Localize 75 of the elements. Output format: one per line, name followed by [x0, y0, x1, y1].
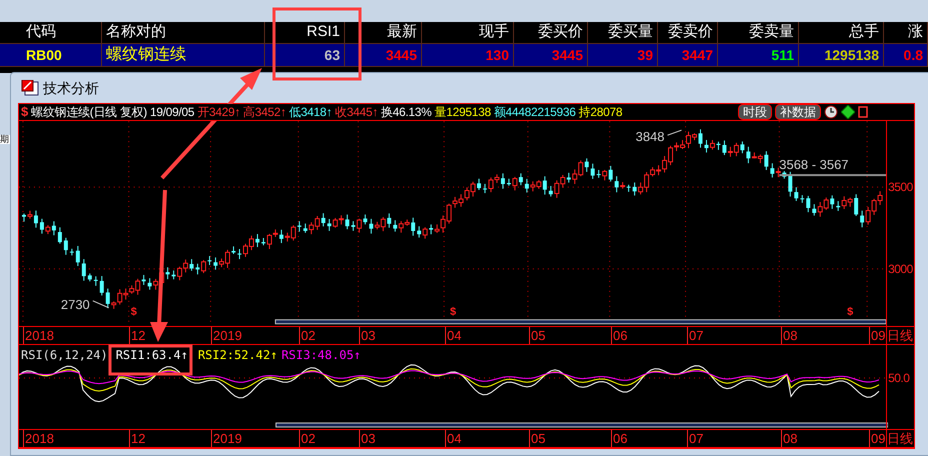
date-axis-label: 08	[781, 327, 798, 344]
info-field: 开3429↑	[197, 106, 240, 118]
date-axis-label: 06	[611, 430, 628, 447]
toolbar-button[interactable]: 时段	[738, 104, 772, 120]
info-field: 螺纹钢连续(日线 复权)	[31, 106, 147, 118]
table-cell: RB00	[26, 48, 62, 62]
date-axis-label: 02	[299, 430, 316, 447]
event-marker: $	[847, 306, 854, 318]
date-axis-label: 06	[611, 327, 628, 344]
column-header[interactable]: 现手	[422, 22, 514, 43]
price-axis-label: 3000	[888, 263, 913, 275]
info-field: 额44482215936	[494, 106, 576, 118]
indicator-value: RSI2:52.42↑	[198, 349, 278, 361]
date-axis-label: 2019	[211, 327, 242, 344]
price-range-label: 3568 - 3567	[779, 157, 849, 172]
info-field: 低3418↑	[289, 106, 332, 118]
event-marker: $	[450, 306, 456, 318]
table-cell: 3445	[386, 48, 417, 62]
indicator-value: RSI3:48.05↑	[281, 349, 361, 361]
period-label: 日线	[886, 430, 914, 447]
table-cell: 130	[486, 48, 509, 62]
date-axis-label: 08	[781, 430, 798, 447]
date-axis-label: 03	[359, 430, 376, 447]
column-header[interactable]: 最新	[345, 22, 422, 43]
info-field: 换46.13%	[380, 106, 432, 118]
date-axis-label: 05	[529, 430, 546, 447]
table-row[interactable]: RB00 螺纹钢连续 63 3445 130 3445 39 3447 511 1295138 0.8	[0, 44, 928, 67]
table-cell: 3445	[552, 48, 583, 62]
date-axis-label: 2018	[23, 327, 54, 344]
period-label: 日线	[886, 327, 914, 344]
date-axis-label: 2018	[23, 430, 54, 447]
info-field: 高3452↑	[243, 106, 286, 118]
column-header[interactable]: 总手	[799, 22, 884, 43]
date-axis-label: 12	[129, 327, 146, 344]
indicator-value: RSI1:63.4↑	[116, 349, 188, 361]
indicator-title: RSI(6,12,24)	[21, 349, 108, 361]
date-axis-label: 03	[359, 327, 376, 344]
window-title: 技术分析	[43, 78, 99, 98]
date-axis-label: 04	[445, 430, 462, 447]
column-header[interactable]: 名称对的	[102, 22, 265, 43]
table-cell: 螺纹钢连续	[106, 47, 186, 63]
date-axis-label: 07	[687, 430, 704, 447]
price-axis-label: 3500	[888, 181, 913, 193]
toolbar-button[interactable]: 补数据	[775, 104, 821, 120]
date-axis-label: 04	[445, 327, 462, 344]
column-header[interactable]: 委卖价	[658, 22, 718, 43]
info-field: 持28078	[578, 106, 622, 118]
table-cell: 3447	[682, 48, 713, 62]
date-axis-label: 09	[869, 430, 886, 447]
column-header[interactable]: 代码	[22, 22, 102, 43]
low-price-label: 2730	[60, 296, 90, 312]
side-strip-text: 期	[0, 135, 10, 144]
date-axis-label: 02	[299, 327, 316, 344]
table-cell: 63	[324, 48, 340, 62]
high-price-label: 3848	[636, 129, 664, 144]
dollar-marker: $	[21, 103, 28, 122]
table-cell: 1295138	[824, 48, 879, 62]
table-cell: 511	[771, 48, 794, 62]
column-header[interactable]: 委买量	[588, 22, 658, 43]
column-header[interactable]: RSI1	[265, 22, 345, 43]
column-header[interactable]: 委卖量	[718, 22, 799, 43]
column-header[interactable]: 委买价	[514, 22, 588, 43]
rsi-axis-label: 50.0	[888, 372, 910, 384]
date-axis-label: 09	[869, 327, 886, 344]
info-field: 量1295138	[434, 106, 491, 118]
event-marker: $	[130, 306, 137, 318]
date-axis-label: 05	[529, 327, 546, 344]
table-cell: 39	[637, 48, 653, 62]
table-cell: 0.8	[904, 48, 923, 62]
info-field: 19/09/05	[150, 106, 194, 118]
date-axis-label: 12	[129, 430, 146, 447]
date-axis-label: 2019	[211, 430, 242, 447]
info-field: 收3445↑	[335, 106, 378, 118]
column-header[interactable]: 涨	[884, 22, 928, 43]
date-axis-label: 07	[687, 327, 704, 344]
